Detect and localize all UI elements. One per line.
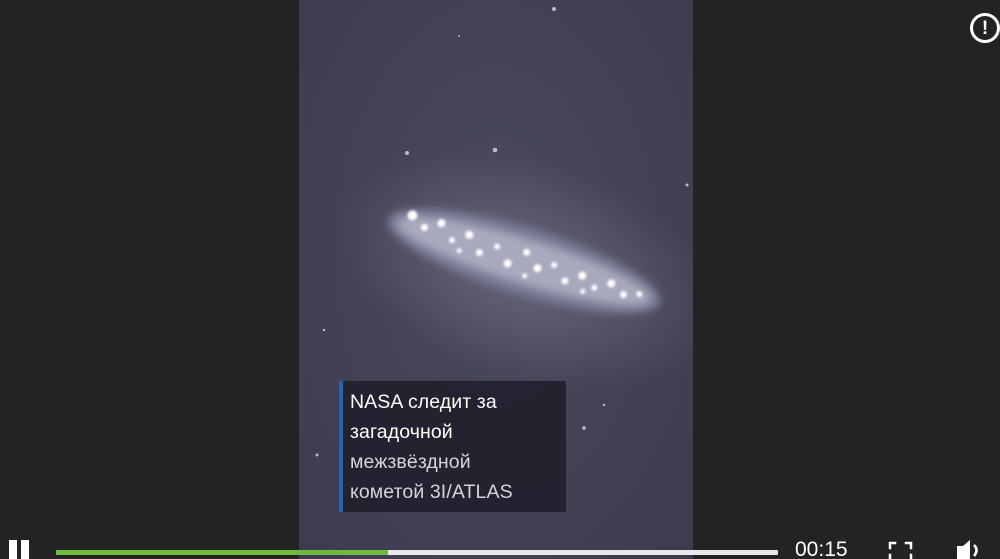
player-controls: 00:15 xyxy=(0,535,1000,559)
info-icon: ! xyxy=(981,17,989,39)
pause-button[interactable] xyxy=(6,540,32,559)
video-player[interactable]: NASA следит за загадочной межзвёздной ко… xyxy=(0,0,1000,559)
volume-icon xyxy=(957,540,978,559)
fullscreen-icon xyxy=(888,541,913,559)
volume-button[interactable] xyxy=(955,538,985,559)
progress-bar[interactable] xyxy=(56,550,778,555)
caption-line-2: загадочной xyxy=(350,421,453,443)
info-button[interactable]: ! xyxy=(970,13,1000,43)
fullscreen-button[interactable] xyxy=(888,541,913,559)
caption-line-3: межзвёздной xyxy=(350,451,471,473)
video-caption: NASA следит за загадочной межзвёздной ко… xyxy=(339,381,566,512)
pause-icon-bar xyxy=(21,540,29,559)
pause-icon xyxy=(9,540,17,559)
caption-line-4: кометой 3I/ATLAS xyxy=(350,481,513,503)
progress-bar-played xyxy=(56,550,389,555)
caption-line-1: NASA следит за xyxy=(350,391,497,413)
current-time: 00:15 xyxy=(795,538,848,559)
